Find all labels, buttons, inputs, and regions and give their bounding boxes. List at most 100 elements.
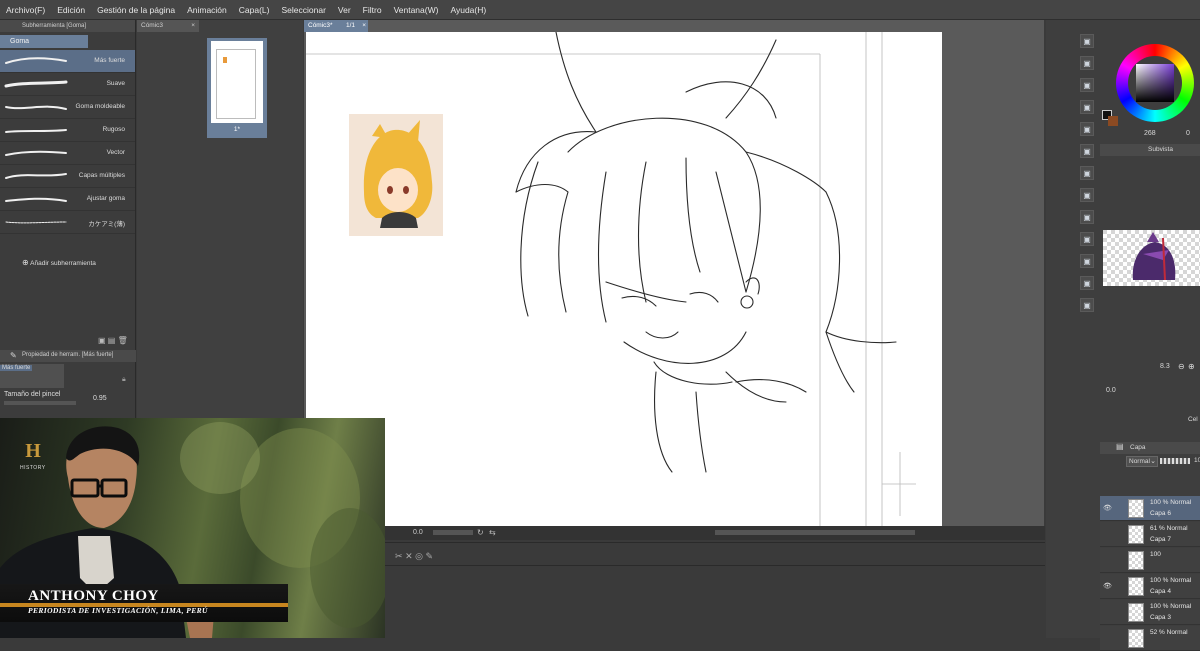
open-icon[interactable]: ▣ [1080,56,1094,70]
rotate-icon[interactable]: ↻ [477,528,484,537]
zoom-slider[interactable] [433,530,473,535]
layer-thumbnail [1128,629,1144,648]
layer-thumbnail [1128,525,1144,544]
invert-icon[interactable]: ▣ [1080,254,1094,268]
page-frame [216,49,256,119]
transform-icon[interactable]: ▣ [1080,210,1094,224]
layer-thumbnail [1128,603,1144,622]
layer-row[interactable]: 👁︎ 100 % Normal Capa 6 [1100,496,1200,521]
new-subtool-icon[interactable]: ▣ [98,336,106,345]
layer-name: Capa 6 [1150,510,1171,517]
minus-icon[interactable]: ⊖ [1178,362,1185,371]
deselect-icon[interactable]: ▣ [1080,232,1094,246]
brush-item[interactable]: Ajustar goma [0,188,135,211]
layer-row[interactable]: 👁︎ 100 % Normal Capa 4 [1100,574,1200,599]
divider [385,565,1045,566]
layer-blend: 100 % Normal [1150,577,1192,584]
brush-item[interactable]: Rugoso [0,119,135,142]
clear-icon[interactable]: ▣ [1080,122,1094,136]
add-subtool-button[interactable]: ⊕ Añadir subherramienta [22,258,96,267]
tab-goma[interactable]: Goma [0,35,88,48]
menu-item-8[interactable]: Ventana(W) [388,5,445,15]
menu-item-2[interactable]: Gestión de la página [91,5,181,15]
brush-stroke-preview [5,173,67,179]
close-icon[interactable]: × [362,20,366,32]
layer-tab-label[interactable]: Capa [1130,444,1146,451]
plus-icon: ⊕ [22,258,29,267]
opacity-value[interactable]: 100 [1194,457,1200,464]
layer-toolbar [1100,480,1200,494]
new-icon[interactable]: ▣ [1080,34,1094,48]
grid-icon[interactable]: ▣ [1080,298,1094,312]
layer-row[interactable]: 52 % Normal [1100,626,1200,651]
drawing-canvas[interactable] [306,32,942,526]
crop-icon[interactable]: ▣ [1080,276,1094,290]
cel-label[interactable]: Cel [1188,416,1198,423]
menu-item-0[interactable]: Archivo(F) [0,5,51,15]
brush-item[interactable]: Suave [0,73,135,96]
angle-readout[interactable]: 0.0 [1106,387,1116,394]
subview-label[interactable]: Subvista [1148,146,1173,153]
tool-preset-preview[interactable]: Más fuerte [0,364,64,388]
menu-item-5[interactable]: Seleccionar [275,5,331,15]
brush-label: Más fuerte [94,57,125,64]
layer-thumbnail [1128,499,1144,518]
brush-item[interactable]: Capas múltiples [0,165,135,188]
page-thumbnail [211,41,263,123]
brush-size-value[interactable]: 0.95 [93,395,107,402]
trash-icon[interactable]: 🗑 [118,336,128,345]
flip-icon[interactable]: ⇆ [489,528,496,537]
blend-mode-select[interactable]: Normal ⌄ [1126,456,1158,467]
eye-icon[interactable]: 👁︎ [1103,582,1112,590]
keyframe-icon[interactable]: ✕ [405,551,413,561]
layer-row[interactable]: 100 % Normal Capa 3 [1100,600,1200,625]
layer-row[interactable]: 100 [1100,548,1200,573]
menu-item-1[interactable]: Edición [51,5,91,15]
layer-panel-header: ▤ Capa [1100,442,1200,454]
brush-item[interactable]: Más fuerte [0,50,135,73]
tab-canvas[interactable]: Cómic3* 1/1 × [304,20,368,32]
canvas-artwork [306,32,916,526]
color-wheel-panel[interactable]: 268 0 [1100,34,1200,137]
color-wheel[interactable] [1116,44,1194,122]
layer-row[interactable]: 61 % Normal Capa 7 [1100,522,1200,547]
undo-icon[interactable]: ▣ [1080,100,1094,114]
zoom-readout[interactable]: 0.0 [413,529,423,536]
edit-icon[interactable]: ✎ [426,551,434,561]
tool-property-title: Propiedad de herram. [Más fuerte] [22,352,114,358]
eye-icon[interactable]: 👁︎ [1103,504,1112,512]
menu-item-7[interactable]: Filtro [357,5,388,15]
menu-item-3[interactable]: Animación [181,5,233,15]
layer-blend: 52 % Normal [1150,629,1188,636]
brush-size-slider[interactable] [4,401,76,405]
copy-icon[interactable]: ▣ [1080,144,1094,158]
copy-subtool-icon[interactable]: ▤ [108,336,116,345]
close-icon[interactable]: × [191,20,195,32]
lock-icon[interactable]: 🔒︎ [122,376,126,384]
paste-icon[interactable]: ▣ [1080,188,1094,202]
tab-page-manager[interactable]: Cómic3 × [137,20,199,32]
menu-item-4[interactable]: Capa(L) [233,5,276,15]
size-readout[interactable]: 8.3 [1160,363,1170,370]
color-square[interactable] [1136,64,1174,102]
cut-icon[interactable]: ▣ [1080,166,1094,180]
sub-color-swatch[interactable] [1108,116,1118,126]
menu-item-6[interactable]: Ver [332,5,357,15]
page-thumbnail-selected[interactable]: 1* [207,38,267,138]
brush-size-label: Tamaño del pincel [4,391,61,398]
save-icon[interactable]: ▣ [1080,78,1094,92]
brush-stroke-preview [5,197,67,202]
subtool-panel: Subherramienta [Goma] Goma Más fuerte Sua… [0,20,136,420]
opacity-slider[interactable] [1160,458,1190,464]
menu-item-9[interactable]: Ayuda(H) [444,5,492,15]
layer-blend: 61 % Normal [1150,525,1188,532]
size-readout-row: 8.3 ⊖ ⊕ [1100,362,1200,372]
horizontal-scrollbar[interactable] [715,530,915,535]
brush-item[interactable]: Vector [0,142,135,165]
brush-item[interactable]: カケアミ(薄) [0,211,135,234]
subview-preview[interactable] [1103,230,1200,286]
cut-icon[interactable]: ✂ [395,551,403,561]
onion-skin-icon[interactable]: ◎ [415,551,423,561]
brush-item[interactable]: Goma moldeable [0,96,135,119]
plus-icon[interactable]: ⊕ [1188,362,1195,371]
